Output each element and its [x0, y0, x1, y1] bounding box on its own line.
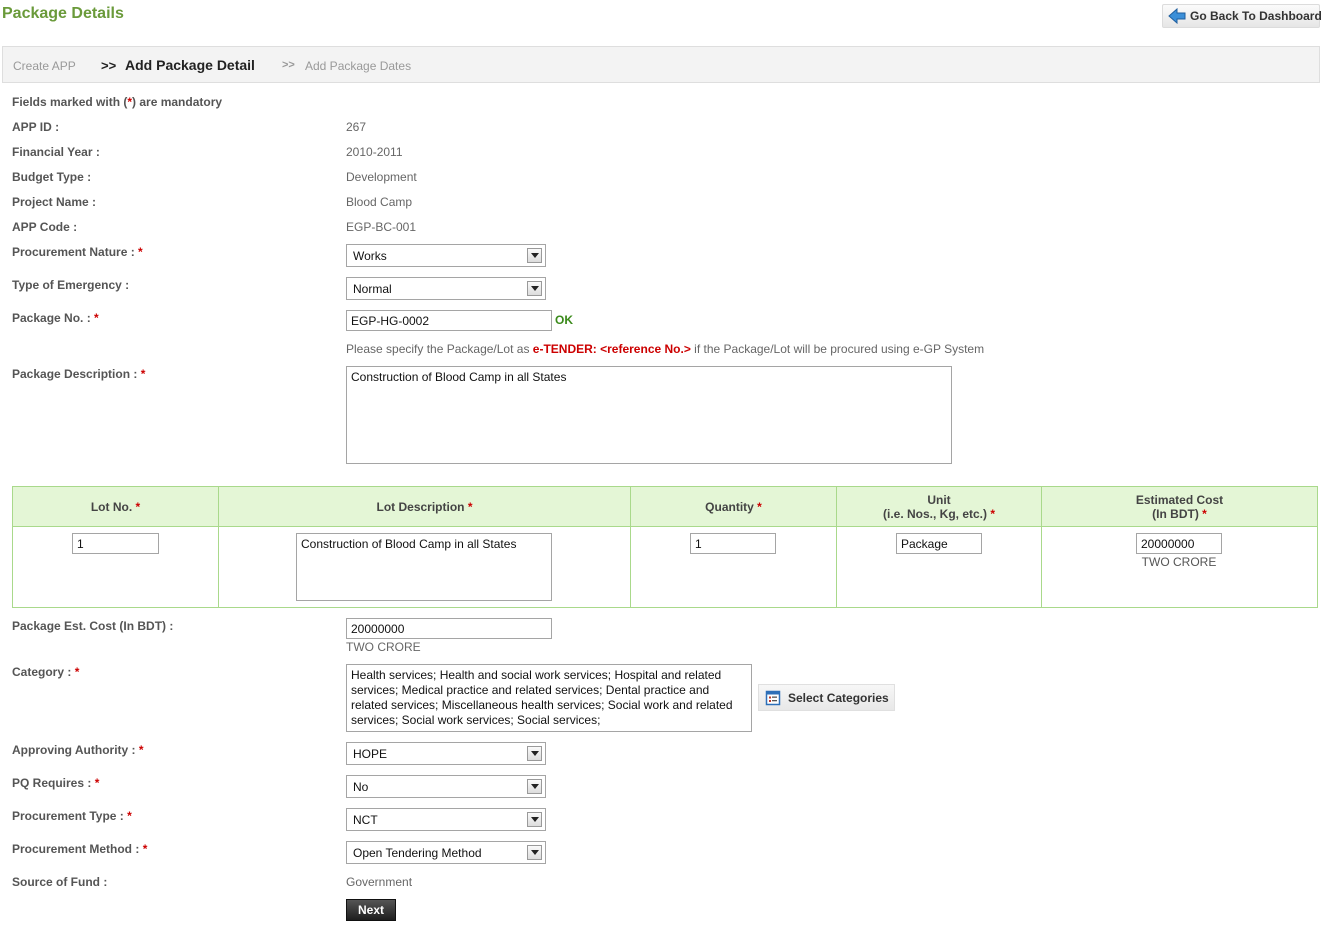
procurement-method-selected: Open Tendering Method: [353, 846, 482, 860]
quantity-cell: [630, 526, 837, 608]
app-code-label: APP Code :: [12, 220, 78, 234]
approving-authority-select[interactable]: HOPE: [346, 742, 546, 765]
app-id-label: APP ID :: [12, 120, 60, 134]
package-description-label: Package Description : *: [12, 367, 146, 381]
project-name-label: Project Name :: [12, 195, 97, 209]
pq-requires-selected: No: [353, 780, 369, 794]
quantity-header: Quantity *: [630, 486, 837, 527]
package-est-cost-words: TWO CRORE: [346, 640, 421, 654]
app-code-value: EGP-BC-001: [346, 220, 417, 234]
approving-authority-label: Approving Authority : *: [12, 743, 144, 757]
step-separator: >>: [101, 58, 117, 73]
category-textarea[interactable]: Health services; Health and social work …: [346, 664, 752, 732]
procurement-method-label: Procurement Method : *: [12, 842, 148, 856]
estimated-cost-input[interactable]: [1136, 533, 1222, 554]
next-button[interactable]: Next: [346, 899, 396, 921]
budget-type-value: Development: [346, 170, 417, 184]
lot-no-header: Lot No. *: [12, 486, 219, 527]
table-row: Construction of Blood Camp in all States…: [12, 526, 1318, 608]
lot-table: Lot No. * Lot Description * Quantity * U…: [12, 486, 1318, 608]
type-of-emergency-select[interactable]: Normal: [346, 277, 546, 300]
chevron-down-icon: [527, 845, 542, 860]
source-of-fund-label: Source of Fund :: [12, 875, 108, 889]
procurement-nature-select[interactable]: Works: [346, 244, 546, 267]
type-of-emergency-label: Type of Emergency :: [12, 278, 130, 292]
package-no-input[interactable]: [346, 310, 552, 331]
procurement-type-label: Procurement Type : *: [12, 809, 132, 823]
category-label: Category : *: [12, 665, 80, 679]
unit-input[interactable]: [896, 533, 982, 554]
go-back-label: Go Back To Dashboard: [1190, 9, 1322, 23]
select-categories-button[interactable]: Select Categories: [758, 684, 895, 711]
project-name-value: Blood Camp: [346, 195, 413, 209]
package-no-label: Package No. : *: [12, 311, 99, 325]
quantity-input[interactable]: [690, 533, 776, 554]
procurement-nature-label: Procurement Nature : *: [12, 245, 143, 259]
financial-year-label: Financial Year :: [12, 145, 100, 159]
chevron-down-icon: [527, 779, 542, 794]
procurement-type-selected: NCT: [353, 813, 378, 827]
estimated-cost-cell: TWO CRORE: [1041, 526, 1318, 608]
source-of-fund-value: Government: [346, 875, 413, 889]
package-est-cost-label: Package Est. Cost (In BDT) :: [12, 619, 174, 633]
package-est-cost-input[interactable]: [346, 618, 552, 639]
chevron-down-icon: [527, 281, 542, 296]
package-description-textarea[interactable]: Construction of Blood Camp in all States: [346, 366, 952, 464]
calendar-list-icon: [765, 690, 781, 706]
type-of-emergency-selected: Normal: [353, 282, 392, 296]
estimated-cost-header: Estimated Cost (In BDT) *: [1041, 486, 1318, 527]
lot-no-input[interactable]: [72, 533, 159, 554]
budget-type-label: Budget Type :: [12, 170, 92, 184]
lot-no-cell: [12, 526, 219, 608]
pq-requires-label: PQ Requires : *: [12, 776, 100, 790]
select-categories-label: Select Categories: [788, 690, 889, 705]
package-no-ok-status: OK: [555, 313, 573, 327]
procurement-type-select[interactable]: NCT: [346, 808, 546, 831]
chevron-down-icon: [527, 746, 542, 761]
approving-authority-selected: HOPE: [353, 747, 388, 761]
chevron-down-icon: [527, 248, 542, 263]
app-id-value: 267: [346, 120, 367, 134]
lot-description-header: Lot Description *: [218, 486, 631, 527]
step-create-app: Create APP: [13, 59, 76, 73]
page-title: Package Details: [2, 5, 124, 22]
unit-cell: [836, 526, 1042, 608]
estimated-cost-words: TWO CRORE: [1141, 555, 1217, 569]
procurement-method-select[interactable]: Open Tendering Method: [346, 841, 546, 864]
step-separator: >>: [282, 59, 295, 71]
lot-table-header-row: Lot No. * Lot Description * Quantity * U…: [12, 486, 1318, 527]
lot-description-textarea[interactable]: Construction of Blood Camp in all States: [296, 533, 552, 601]
steps-breadcrumb: Create APP >> Add Package Detail >> Add …: [2, 46, 1320, 83]
mandatory-note: Fields marked with (*) are mandatory: [12, 95, 223, 109]
financial-year-value: 2010-2011: [346, 145, 403, 159]
chevron-down-icon: [527, 812, 542, 827]
pq-requires-select[interactable]: No: [346, 775, 546, 798]
step-add-package-detail: Add Package Detail: [125, 57, 255, 73]
go-back-to-dashboard-button[interactable]: Go Back To Dashboard: [1162, 4, 1322, 28]
lot-description-cell: Construction of Blood Camp in all States: [218, 526, 631, 608]
step-add-package-dates: Add Package Dates: [305, 59, 412, 73]
procurement-nature-selected: Works: [353, 249, 387, 263]
unit-header: Unit (i.e. Nos., Kg, etc.) *: [836, 486, 1042, 527]
package-no-hint: Please specify the Package/Lot as e-TEND…: [346, 342, 985, 356]
back-arrow-icon: [1168, 8, 1186, 24]
